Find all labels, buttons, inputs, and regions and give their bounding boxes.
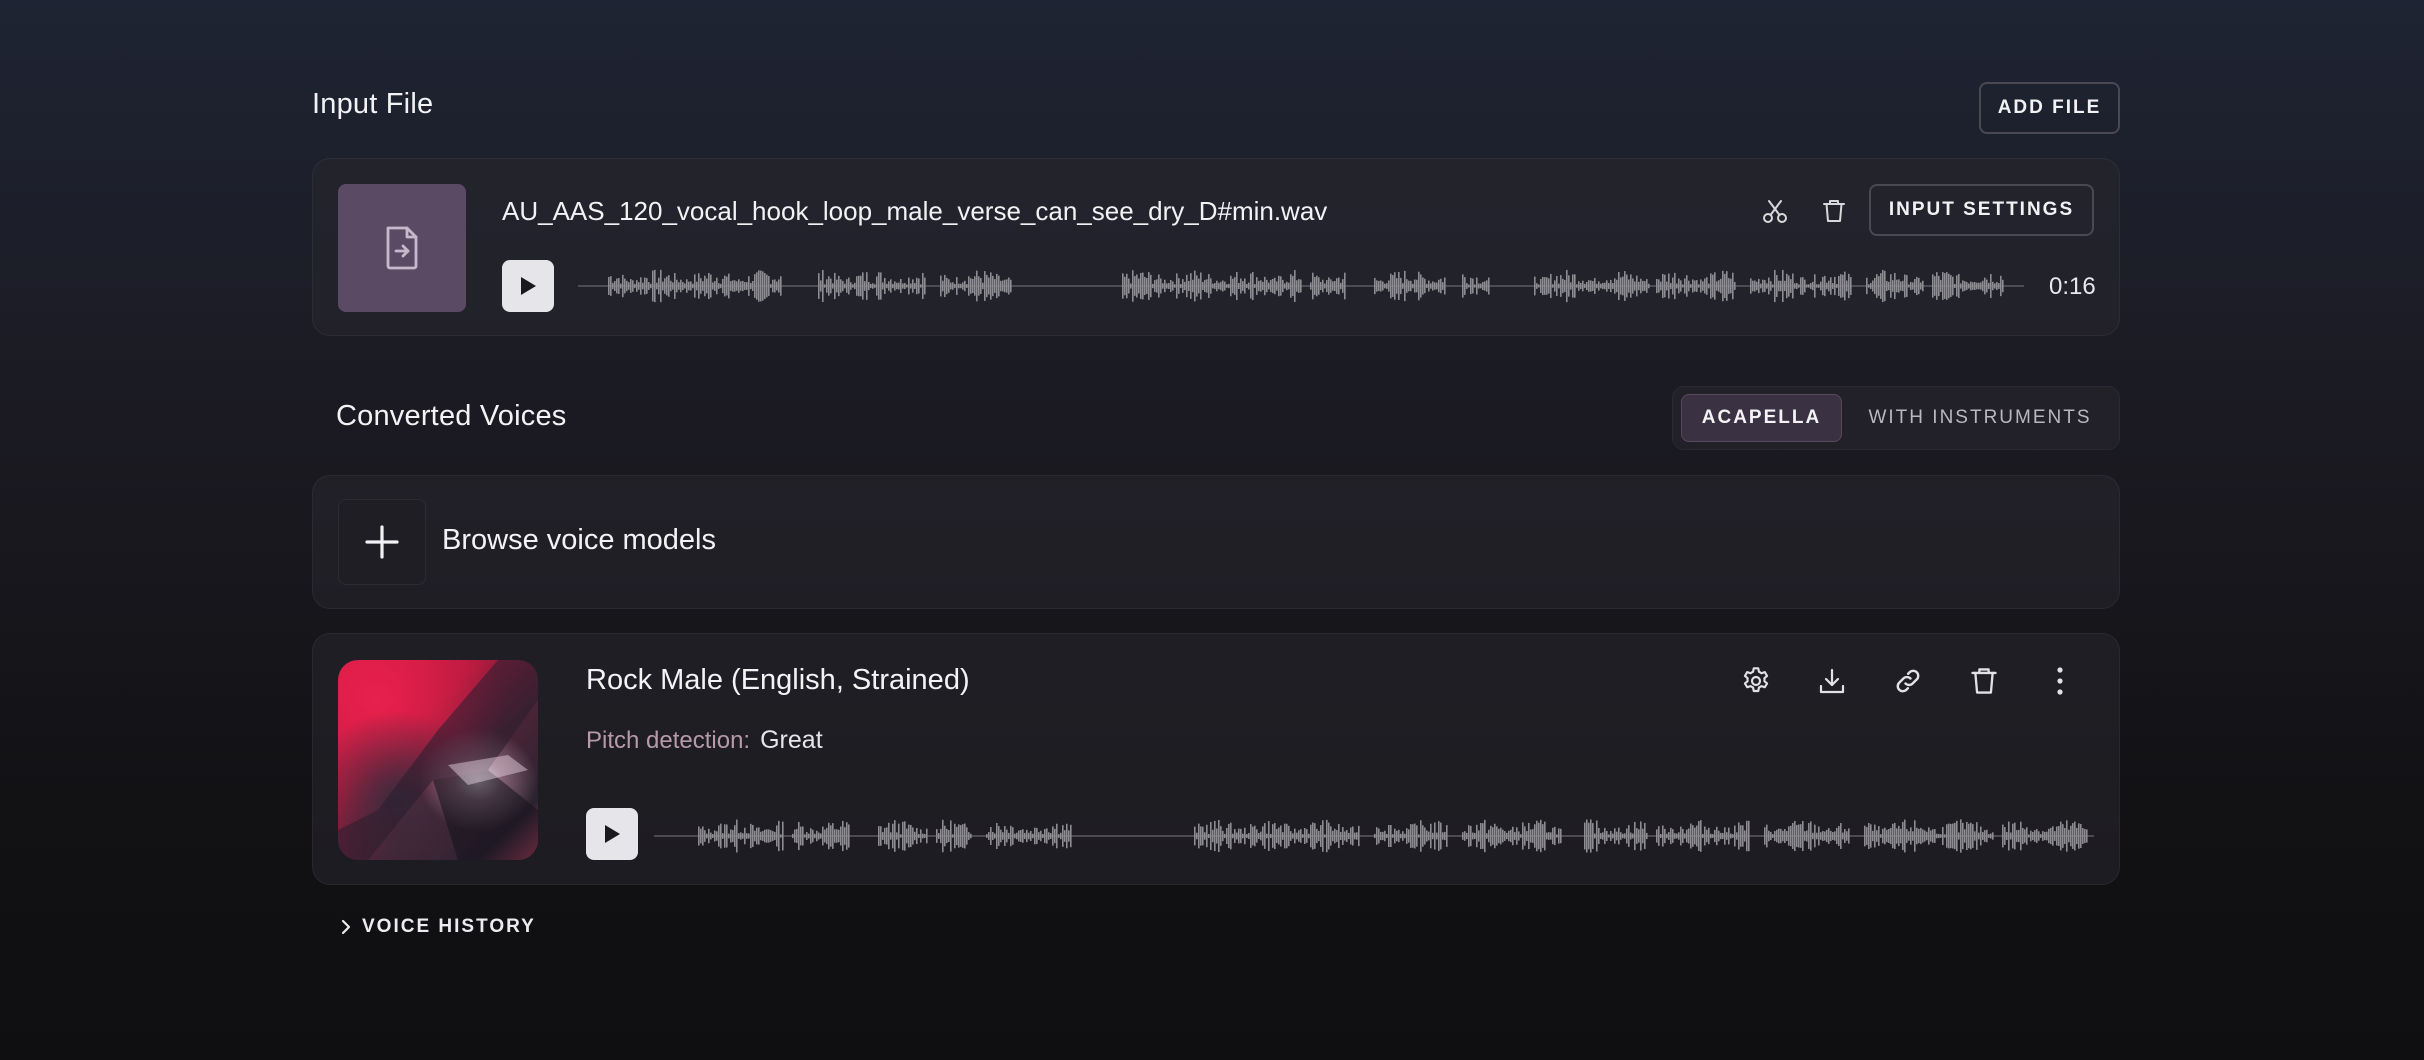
- input-duration: 0:16: [2049, 273, 2096, 300]
- scissors-icon: [1762, 198, 1788, 224]
- converted-voices-title: Converted Voices: [336, 400, 567, 432]
- tab-with-instruments[interactable]: WITH INSTRUMENTS: [1848, 394, 2112, 442]
- pitch-detection-value: Great: [760, 726, 823, 754]
- file-import-icon: [382, 224, 422, 272]
- delete-input-button[interactable]: [1817, 194, 1851, 228]
- plus-icon: [364, 524, 400, 560]
- tab-acapella[interactable]: ACAPELLA: [1681, 394, 1842, 442]
- input-settings-button[interactable]: INPUT SETTINGS: [1869, 184, 2094, 236]
- delete-voice-button[interactable]: [1966, 663, 2002, 699]
- pitch-detection-label: Pitch detection:: [586, 727, 751, 754]
- trash-icon: [1822, 198, 1846, 224]
- download-button[interactable]: [1814, 663, 1850, 699]
- input-filename: AU_AAS_120_vocal_hook_loop_male_verse_ca…: [502, 196, 1328, 226]
- voice-history-toggle[interactable]: VOICE HISTORY: [340, 916, 536, 938]
- trash-icon: [1970, 666, 1998, 696]
- gear-icon: [1740, 665, 1772, 697]
- voice-name: Rock Male (English, Strained): [586, 664, 970, 696]
- more-vertical-icon: [2056, 666, 2064, 696]
- download-icon: [1818, 667, 1846, 695]
- input-file-title: Input File: [312, 88, 434, 120]
- waveform-bars: [698, 819, 2088, 853]
- pitch-detection: Pitch detection: Great: [586, 726, 823, 755]
- voice-artwork: [338, 660, 538, 860]
- copy-link-button[interactable]: [1890, 663, 1926, 699]
- play-icon: [603, 824, 621, 844]
- more-options-button[interactable]: [2042, 663, 2078, 699]
- voice-history-label: VOICE HISTORY: [362, 916, 536, 937]
- file-thumbnail: [338, 184, 466, 312]
- browse-voice-models-label[interactable]: Browse voice models: [442, 524, 716, 557]
- add-voice-button[interactable]: [338, 499, 426, 585]
- add-file-button[interactable]: ADD FILE: [1979, 82, 2120, 134]
- input-play-button[interactable]: [502, 260, 554, 312]
- link-icon: [1893, 666, 1923, 696]
- play-icon: [519, 276, 537, 296]
- trim-button[interactable]: [1757, 194, 1793, 228]
- input-waveform[interactable]: [578, 258, 2024, 314]
- voice-play-button[interactable]: [586, 808, 638, 860]
- voice-settings-button[interactable]: [1738, 663, 1774, 699]
- chevron-right-icon: [340, 918, 352, 936]
- voice-waveform[interactable]: [654, 808, 2094, 864]
